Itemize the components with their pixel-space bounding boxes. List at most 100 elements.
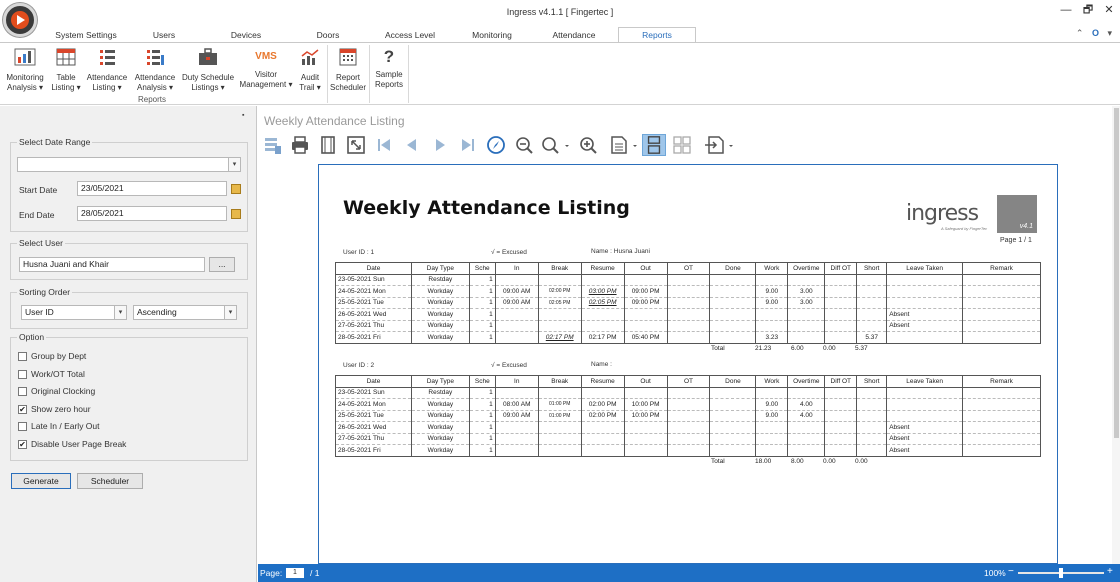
table-cell: 4.00	[787, 410, 826, 422]
table-cell: Absent	[886, 308, 964, 321]
last-page-icon[interactable]	[456, 134, 480, 156]
continuous-view-icon[interactable]	[642, 134, 666, 156]
tab-reports[interactable]: Reports	[618, 27, 696, 43]
tab-access-level[interactable]: Access Level	[372, 28, 448, 42]
navigate-icon[interactable]	[484, 134, 508, 156]
table-cell: 08:00 AM	[494, 398, 539, 411]
table-cell: 10:00 PM	[623, 410, 668, 422]
table-row: 24-05-2021 Mon Workday 1 08:00 AM 01:00 PM 02…	[335, 398, 1041, 411]
browse-user-button[interactable]: ...	[209, 257, 235, 272]
column-header: Day Type	[410, 375, 470, 388]
sort-field-select[interactable]: User ID ▾	[21, 305, 127, 320]
table-cell	[856, 274, 888, 286]
table-cell	[666, 398, 711, 411]
table-cell: Workday	[410, 331, 470, 344]
table-cell	[537, 444, 582, 457]
attendance-analysis-button[interactable]: Attendance Analysis ▾	[132, 47, 178, 93]
zoom-in-icon[interactable]	[576, 134, 600, 156]
table-cell	[962, 320, 1041, 332]
button-label: Analysis ▾	[6, 83, 44, 92]
option-checkbox[interactable]: ✔	[18, 404, 27, 414]
table-cell	[824, 421, 858, 434]
visitor-management-button[interactable]: VMS Visitor Management ▾	[238, 47, 294, 90]
zoom-out-icon[interactable]	[512, 134, 536, 156]
table-cell	[962, 308, 1041, 321]
table-listing-button[interactable]: Table Listing ▾	[50, 47, 82, 93]
table-row: 28-05-2021 Fri Workday 1 02:17 PM 02:17 PM 05…	[335, 331, 1041, 344]
next-page-icon[interactable]	[428, 134, 452, 156]
column-header: Diff OT	[824, 375, 858, 388]
table-cell	[856, 308, 888, 321]
minimize-button[interactable]: —	[1058, 3, 1074, 17]
logo-version: v4.1	[1019, 223, 1033, 230]
sort-direction-select[interactable]: Ascending ▾	[133, 305, 237, 320]
option-checkbox[interactable]	[18, 422, 27, 431]
zoom-out-button[interactable]: −	[1008, 566, 1014, 577]
previous-page-icon[interactable]	[400, 134, 424, 156]
first-page-icon[interactable]	[372, 134, 396, 156]
vertical-scrollbar[interactable]	[1112, 106, 1120, 564]
zoom-slider-thumb[interactable]	[1059, 568, 1063, 578]
sample-reports-button[interactable]: ? Sample Reports	[372, 47, 406, 90]
attendance-listing-button[interactable]: Attendance Listing ▾	[84, 47, 130, 93]
zoom-in-button[interactable]: +	[1107, 566, 1113, 577]
tab-attendance[interactable]: Attendance	[538, 28, 610, 42]
button-label: Attendance	[134, 73, 176, 82]
print-icon[interactable]	[288, 134, 312, 156]
table-cell: 1	[468, 398, 496, 411]
option-checkbox[interactable]: ✔	[18, 439, 27, 449]
table-cell	[824, 410, 858, 422]
close-button[interactable]: ✕	[1101, 3, 1117, 17]
export-icon[interactable]	[702, 134, 736, 156]
selected-user-field[interactable]: Husna Juani and Khair	[19, 257, 205, 272]
tab-monitoring[interactable]: Monitoring	[456, 28, 528, 42]
ribbon-tabs: System Settings Users Devices Doors Acce…	[0, 27, 1120, 43]
page-number-input[interactable]: 1	[286, 568, 304, 578]
duty-schedule-listings-button[interactable]: Duty Schedule Listings ▾	[180, 47, 236, 93]
total-overtime: 8.00	[791, 458, 804, 465]
tab-users[interactable]: Users	[132, 28, 196, 42]
tab-devices[interactable]: Devices	[212, 28, 280, 42]
date-range-legend: Select Date Range	[17, 137, 93, 147]
table-cell: 24-05-2021 Mon	[335, 285, 412, 298]
help-caret-icon[interactable]: ▾	[1107, 28, 1112, 38]
tab-doors[interactable]: Doors	[296, 28, 360, 42]
generate-button[interactable]: Generate	[11, 473, 71, 489]
option-checkbox[interactable]	[18, 369, 27, 379]
fit-page-icon[interactable]	[344, 134, 368, 156]
pin-icon[interactable]: ▪	[242, 112, 244, 119]
table-cell: 23-05-2021 Sun	[335, 274, 412, 286]
table-cell	[580, 274, 625, 286]
table-cell	[886, 398, 964, 411]
table-cell: 9.00	[755, 398, 789, 411]
tab-system-settings[interactable]: System Settings	[40, 28, 132, 42]
scheduler-button[interactable]: Scheduler	[77, 473, 143, 489]
collapse-ribbon-icon[interactable]: ⌃	[1076, 28, 1084, 38]
column-header: Date	[335, 375, 412, 388]
calendar-picker-icon[interactable]	[231, 184, 241, 194]
select-user-group: Select User Husna Juani and Khair ...	[10, 238, 248, 280]
zoom-icon[interactable]	[538, 134, 572, 156]
column-header: Out	[623, 262, 668, 275]
multiple-pages-icon[interactable]	[670, 134, 694, 156]
calendar-picker-icon[interactable]	[231, 209, 241, 219]
page-count: / 1	[310, 568, 320, 578]
option-checkbox[interactable]	[18, 387, 27, 396]
start-date-field[interactable]: 23/05/2021	[77, 181, 227, 196]
end-date-label: End Date	[19, 210, 55, 220]
audit-trail-button[interactable]: Audit Trail ▾	[296, 47, 324, 93]
monitoring-analysis-button[interactable]: Monitoring Analysis ▾	[2, 47, 48, 93]
scrollbar-thumb[interactable]	[1114, 108, 1119, 438]
office-icon[interactable]: O	[1092, 28, 1099, 38]
table-cell	[962, 444, 1041, 457]
end-date-field[interactable]: 28/05/2021	[77, 206, 227, 221]
date-range-select[interactable]: ▾	[17, 157, 241, 172]
page-setup-icon[interactable]	[316, 134, 340, 156]
table-cell	[856, 421, 888, 434]
bar-chart-icon	[14, 48, 36, 66]
document-map-icon[interactable]	[260, 134, 284, 156]
single-page-icon[interactable]	[606, 134, 640, 156]
restore-button[interactable]: 🗗	[1080, 3, 1096, 17]
option-checkbox[interactable]	[18, 352, 27, 361]
report-scheduler-button[interactable]: Report Scheduler	[330, 47, 366, 93]
